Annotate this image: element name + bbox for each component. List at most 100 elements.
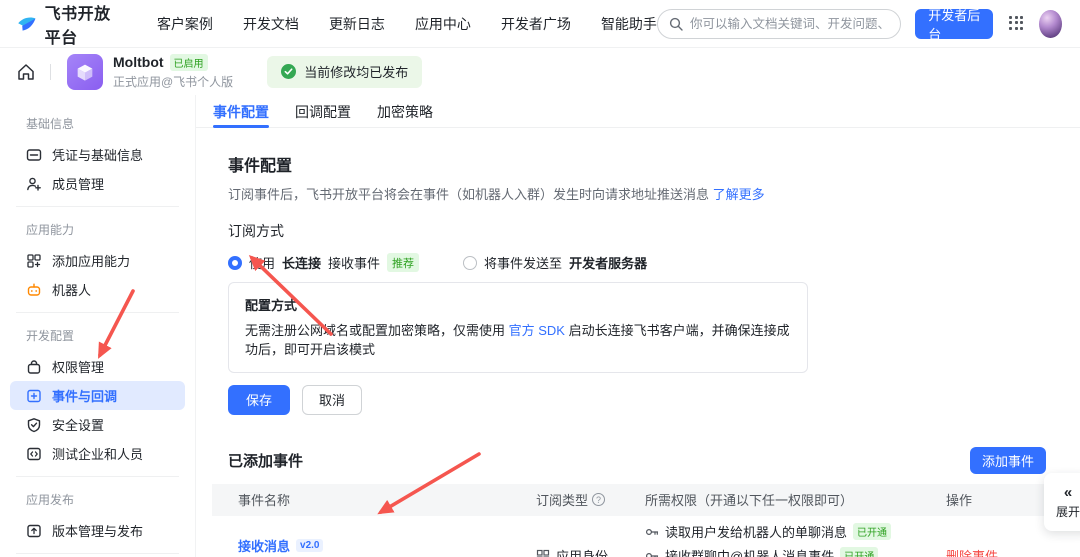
feishu-open-platform-page: 飞书开放平台 客户案例 开发文档 更新日志 应用中心 开发者广场 智能助手 开发… <box>0 0 1080 557</box>
header-actions: 操作 <box>936 490 1046 509</box>
sidebar-item-label: 添加应用能力 <box>52 251 130 270</box>
divider <box>16 312 179 313</box>
header-subscription-type: 订阅类型 ? <box>536 490 645 509</box>
header-label: 订阅类型 <box>536 490 588 509</box>
sidebar-item-label: 安全设置 <box>52 415 104 434</box>
code-brackets-icon <box>26 446 42 462</box>
add-event-button[interactable]: 添加事件 <box>970 447 1046 474</box>
sidebar-item-bot[interactable]: 机器人 <box>10 275 185 304</box>
feishu-logo-icon <box>16 11 37 37</box>
sidebar-item-credentials[interactable]: 凭证与基础信息 <box>10 140 185 169</box>
sidebar-item-label: 机器人 <box>52 280 91 299</box>
form-actions: 保存 取消 <box>228 385 1046 415</box>
official-sdk-link[interactable]: 官方 SDK <box>509 323 565 338</box>
cube-icon <box>73 60 97 84</box>
cell-event-name: 接收消息 v2.0 im.message.receive_v1 <box>212 536 536 557</box>
developer-console-button[interactable]: 开发者后台 <box>915 9 993 39</box>
sidebar-item-permissions[interactable]: 权限管理 <box>10 352 185 381</box>
app-icon <box>67 54 103 90</box>
double-chevron-left-icon: « <box>1064 485 1072 500</box>
event-callback-icon <box>26 388 42 404</box>
permission-item: 读取用户发给机器人的单聊消息 已开通 <box>645 520 936 544</box>
sidebar-item-test-org[interactable]: 测试企业和人员 <box>10 439 185 468</box>
nav-item-changelog[interactable]: 更新日志 <box>329 14 385 34</box>
sidebar-item-label: 测试企业和人员 <box>52 444 143 463</box>
permission-name: 接收群聊中@机器人消息事件 <box>665 546 834 557</box>
platform-title: 飞书开放平台 <box>45 0 123 48</box>
radio-long-connection[interactable]: 使用 长连接 接收事件 推荐 <box>228 253 419 272</box>
sidebar-item-events-callbacks[interactable]: 事件与回调 <box>10 381 185 410</box>
search-icon <box>669 17 683 31</box>
user-avatar[interactable] <box>1039 10 1062 38</box>
sidebar-item-label: 成员管理 <box>52 174 104 193</box>
tab-encryption-policy[interactable]: 加密策略 <box>377 95 433 128</box>
option-text: 接收事件 <box>328 253 380 272</box>
page-description: 订阅事件后，飞书开放平台将会在事件（如机器人入群）发生时向请求地址推送消息 了解… <box>228 184 1046 203</box>
check-circle-icon <box>281 64 296 79</box>
sidebar-item-add-capability[interactable]: 添加应用能力 <box>10 246 185 275</box>
release-up-icon <box>26 523 42 539</box>
save-button[interactable]: 保存 <box>228 385 290 415</box>
option-text-bold: 长连接 <box>282 253 321 272</box>
radio-selected-icon[interactable] <box>228 256 242 270</box>
sidebar-item-security[interactable]: 安全设置 <box>10 410 185 439</box>
app-grid-icon[interactable] <box>1009 16 1023 32</box>
recommended-badge: 推荐 <box>387 253 419 272</box>
main-panel: 事件配置 回调配置 加密策略 事件配置 订阅事件后，飞书开放平台将会在事件（如机… <box>196 95 1080 557</box>
cancel-button[interactable]: 取消 <box>302 385 362 415</box>
top-nav-items: 客户案例 开发文档 更新日志 应用中心 开发者广场 智能助手 <box>157 14 657 34</box>
sidebar-item-members[interactable]: 成员管理 <box>10 169 185 198</box>
config-tabbar: 事件配置 回调配置 加密策略 <box>196 95 1080 128</box>
sidebar-item-label: 权限管理 <box>52 357 104 376</box>
sidebar-section-release: 应用发布 <box>10 485 185 516</box>
app-meta: Moltbot 已启用 正式应用@飞书个人版 <box>113 54 233 90</box>
home-icon[interactable] <box>16 62 36 82</box>
nav-item-docs[interactable]: 开发文档 <box>243 14 299 34</box>
config-method-box: 配置方式 无需注册公网域名或配置加密策略，仅需使用 官方 SDK 启动长连接飞书… <box>228 282 808 373</box>
description-text: 订阅事件后，飞书开放平台将会在事件（如机器人入群）发生时向请求地址推送消息 <box>228 187 709 202</box>
learn-more-link[interactable]: 了解更多 <box>713 187 765 202</box>
opened-badge: 已开通 <box>853 523 891 540</box>
app-header: Moltbot 已启用 正式应用@飞书个人版 当前修改均已发布 <box>0 48 1080 95</box>
divider <box>16 553 179 554</box>
sidebar-item-label: 事件与回调 <box>52 386 117 405</box>
delete-event-link[interactable]: 删除事件 <box>946 549 998 557</box>
event-name-link[interactable]: 接收消息 <box>238 536 290 555</box>
nav-item-dev-plaza[interactable]: 开发者广场 <box>501 14 571 34</box>
tab-callback-config[interactable]: 回调配置 <box>295 95 351 128</box>
expand-label: 展开 <box>1056 503 1080 520</box>
table-row: 接收消息 v2.0 im.message.receive_v1 <box>212 516 1046 557</box>
divider <box>16 476 179 477</box>
sidebar-section-capabilities: 应用能力 <box>10 215 185 246</box>
add-capability-icon <box>26 253 42 269</box>
nav-item-app-center[interactable]: 应用中心 <box>415 14 471 34</box>
cell-actions: 删除事件 <box>936 546 1046 557</box>
sidebar-item-label: 版本管理与发布 <box>52 521 143 540</box>
cell-subscription-type: 应用身份 <box>536 546 645 557</box>
shield-check-icon <box>26 417 42 433</box>
subscribe-mode-label: 订阅方式 <box>228 221 1046 241</box>
id-card-icon <box>26 147 42 163</box>
sidebar-item-version-release[interactable]: 版本管理与发布 <box>10 516 185 545</box>
nav-item-cases[interactable]: 客户案例 <box>157 14 213 34</box>
member-plus-icon <box>26 176 42 192</box>
config-method-text: 无需注册公网域名或配置加密策略，仅需使用 官方 SDK 启动长连接飞书客户端，并… <box>245 322 791 360</box>
publish-status-text: 当前修改均已发布 <box>304 62 408 81</box>
expand-panel-button[interactable]: « 展开 <box>1044 473 1080 531</box>
opened-badge: 已开通 <box>840 547 878 557</box>
help-icon[interactable]: ? <box>592 493 605 506</box>
top-navbar: 飞书开放平台 客户案例 开发文档 更新日志 应用中心 开发者广场 智能助手 开发… <box>0 0 1080 48</box>
platform-logo[interactable]: 飞书开放平台 <box>16 0 123 48</box>
radio-developer-server[interactable]: 将事件发送至 开发者服务器 <box>463 253 647 272</box>
radio-unselected-icon[interactable] <box>463 256 477 270</box>
sidebar-section-basic-info: 基础信息 <box>10 109 185 140</box>
search-input[interactable] <box>690 17 889 31</box>
global-search[interactable] <box>657 9 901 39</box>
tab-event-config[interactable]: 事件配置 <box>213 95 269 128</box>
permission-item: 接收群聊中@机器人消息事件 已开通 <box>645 544 936 557</box>
nav-item-ai-assistant[interactable]: 智能助手 <box>601 14 657 34</box>
key-icon <box>645 549 659 557</box>
added-events-header: 已添加事件 添加事件 <box>212 447 1046 474</box>
cell-permissions: 读取用户发给机器人的单聊消息 已开通 接收群聊中@机器人 <box>645 520 936 557</box>
permission-name: 读取用户发给机器人的单聊消息 <box>665 522 847 541</box>
